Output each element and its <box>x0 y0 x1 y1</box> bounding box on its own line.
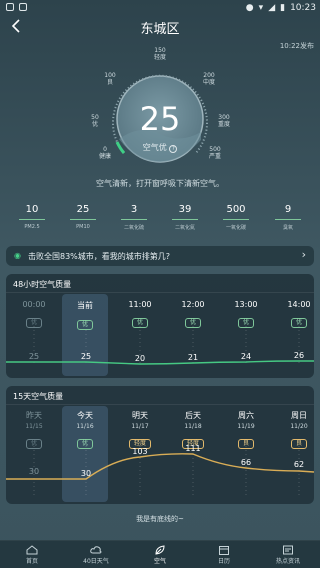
pollutant-name: 二氧化氮 <box>174 225 195 231</box>
status-bar: ● ▾ ◢ ▮ 10:23 <box>0 0 320 16</box>
pollutant-bar <box>19 219 45 220</box>
scale-300-value: 300 <box>218 114 230 121</box>
chevron-right-icon: › <box>301 248 306 261</box>
help-icon[interactable]: ? <box>169 145 178 153</box>
battery-icon: ▮ <box>280 3 286 13</box>
top-bar: 东城区 <box>0 16 320 38</box>
pollutant-value: 3 <box>130 204 138 215</box>
pollutant-pm10[interactable]: 25 PM10 <box>63 204 103 230</box>
pollutant-bar <box>223 219 249 220</box>
pollutant-row: 10 PM2.5 25 PM10 3 二氧化硫 39 二氧化氮 500 一氧化碳 9 臭氧 <box>0 204 320 236</box>
pollutant-value: 10 <box>25 204 39 215</box>
scale-150-label: 轻度 <box>153 54 166 61</box>
pollutant-value: 25 <box>76 204 90 215</box>
tab-label: 热点资讯 <box>275 558 300 565</box>
day-value: 111 <box>185 444 201 453</box>
tab-label: 40日天气 <box>83 558 109 565</box>
scale-0-label: 健康 <box>98 153 111 160</box>
scale-200-label: 中度 <box>202 79 215 86</box>
hourly-trend-line <box>6 326 314 365</box>
tab-label: 空气 <box>153 558 166 565</box>
pollutant-name: 二氧化硫 <box>123 225 144 231</box>
scale-200-value: 200 <box>203 72 215 79</box>
day-value: 66 <box>240 458 252 467</box>
pollutant-bar <box>172 219 198 220</box>
pollutant-o3[interactable]: 9 臭氧 <box>268 204 308 231</box>
hour-value: 24 <box>240 352 252 361</box>
tab-air[interactable]: 空气 <box>128 541 192 568</box>
pollutant-no2[interactable]: 39 二氧化氮 <box>165 204 205 231</box>
hour-value: 25 <box>80 352 92 361</box>
tab-home[interactable]: 首页 <box>0 541 64 568</box>
pollutant-value: 9 <box>284 204 292 215</box>
aqi-level-label: 空气优 <box>142 143 167 152</box>
day-value: 30 <box>28 467 40 476</box>
scale-500-value: 500 <box>209 146 221 153</box>
city-rank-banner[interactable]: ◉ 击败全国83%城市，看我的城市排第几? › <box>6 246 314 266</box>
pollutant-value: 39 <box>178 204 192 215</box>
signal-wave-icon: ◉ <box>14 251 21 260</box>
bottom-tab-bar: 首页 40日天气 空气 日历 热点资讯 <box>0 540 320 568</box>
scale-500-label: 严重 <box>208 153 221 160</box>
scale-150-value: 150 <box>154 47 166 54</box>
page-title: 东城区 <box>140 22 180 37</box>
status-time: 10:23 <box>290 3 316 13</box>
pollutant-name: PM2.5 <box>24 224 40 230</box>
calendar-icon <box>218 545 230 555</box>
hour-value: 26 <box>293 351 305 360</box>
tab-label: 日历 <box>217 558 230 565</box>
app-notification-icon <box>19 3 27 11</box>
air-tip: 空气清新，打开窗呼吸下清新空气。 <box>96 179 224 188</box>
aqi-level[interactable]: 空气优 ? <box>134 142 186 153</box>
pollutant-co[interactable]: 500 一氧化碳 <box>216 204 256 231</box>
day-value: 103 <box>132 447 148 456</box>
tab-40day[interactable]: 40日天气 <box>64 541 128 568</box>
pollutant-bar <box>70 219 96 220</box>
scale-100-label: 良 <box>106 79 113 86</box>
aqi-value: 25 <box>139 100 181 138</box>
tab-news[interactable]: 热点资讯 <box>256 541 320 568</box>
scale-100-value: 100 <box>104 72 116 79</box>
day-value: 30 <box>80 469 92 478</box>
pollutant-so2[interactable]: 3 二氧化硫 <box>114 204 154 231</box>
signal-icon: ◢ <box>268 3 276 13</box>
pollutant-pm25[interactable]: 10 PM2.5 <box>12 204 52 230</box>
hour-value: 20 <box>134 354 146 363</box>
pollutant-value: 500 <box>226 204 246 215</box>
home-icon <box>26 545 38 555</box>
pollutant-bar <box>275 219 301 220</box>
tab-calendar[interactable]: 日历 <box>192 541 256 568</box>
notification-icon <box>6 3 14 11</box>
end-of-list-note: 我是有底线的~ <box>136 515 184 523</box>
day-value: 62 <box>293 460 305 469</box>
scale-50-label: 优 <box>91 121 98 128</box>
hour-value: 21 <box>187 353 199 362</box>
pollutant-name: PM10 <box>76 224 90 230</box>
pollutant-name: 臭氧 <box>282 225 293 231</box>
pollutant-name: 一氧化碳 <box>225 225 246 231</box>
rank-text: 击败全国83%城市，看我的城市排第几? <box>28 252 171 261</box>
news-icon <box>282 545 294 555</box>
location-icon: ● <box>245 3 254 13</box>
scale-50-value: 50 <box>91 114 99 121</box>
daily-trend-line <box>6 446 314 498</box>
cloud-icon <box>90 545 102 555</box>
pollutant-bar <box>121 219 147 220</box>
daily-aqi-card: 15天空气质量 昨天 11/15 优 今天 11/16 优 明天 11/17 轻度 后天 11… <box>6 386 314 504</box>
scale-0-value: 0 <box>103 146 107 153</box>
hourly-aqi-card: 48小时空气质量 00:00 优 当前优 11:00 优 12:00 优 13:00 优… <box>6 274 314 378</box>
tab-label: 首页 <box>25 558 38 565</box>
wifi-icon: ▾ <box>258 3 264 13</box>
scale-300-label: 重度 <box>217 121 230 128</box>
leaf-icon <box>154 545 166 555</box>
hour-value: 25 <box>28 352 40 361</box>
